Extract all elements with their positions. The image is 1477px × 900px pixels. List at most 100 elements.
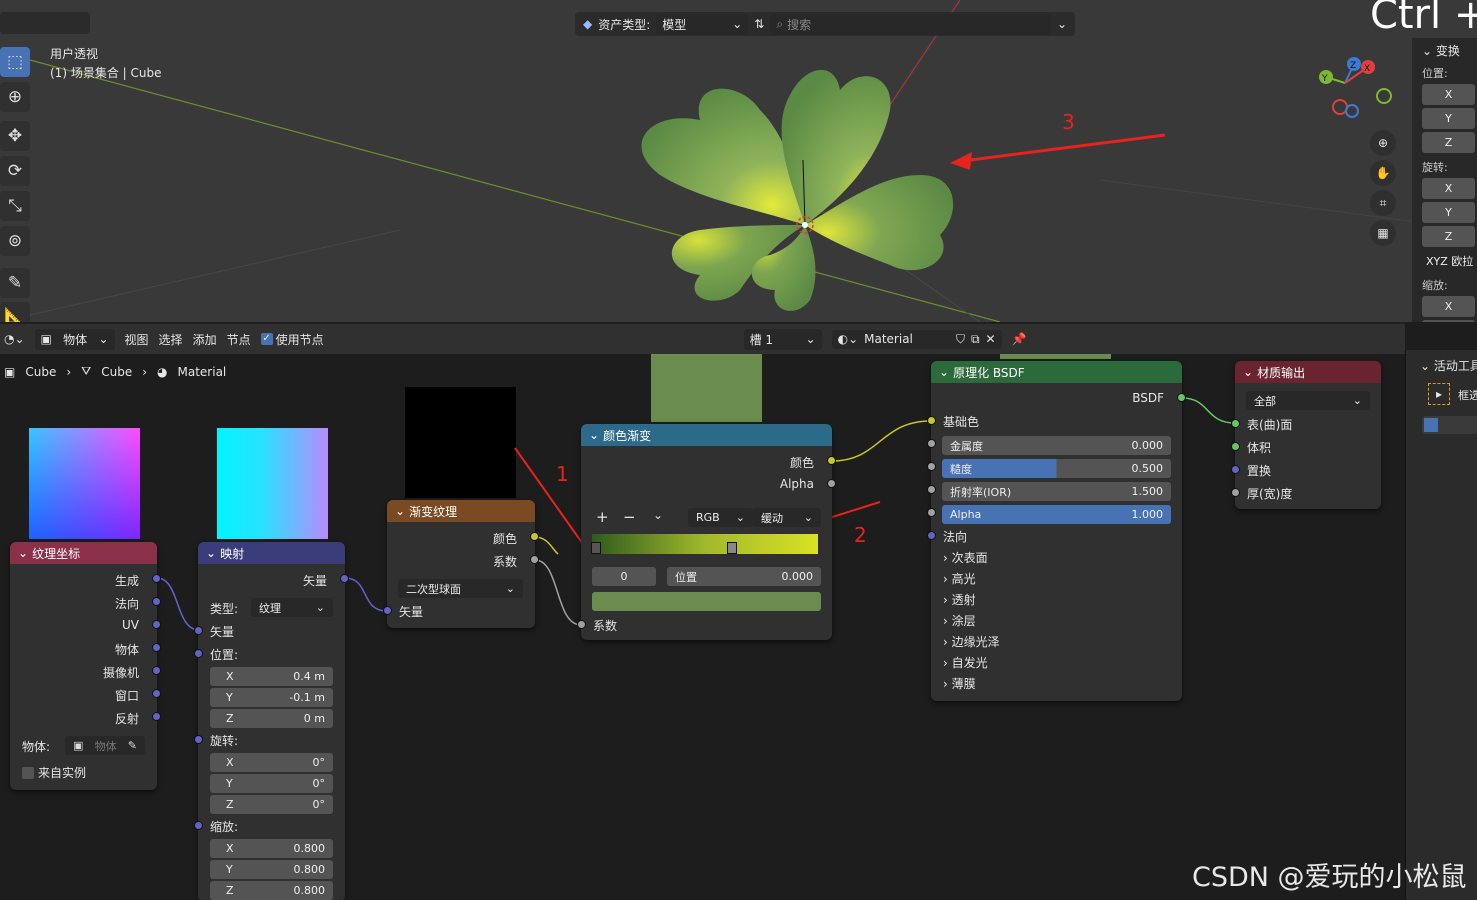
gradient-texture-node[interactable]: ⌄ 渐变纹理 颜色 系数 二次型球面 ⌄ 矢量 <box>383 500 539 628</box>
stop-index-field[interactable]: 0 <box>592 567 656 586</box>
socket-camera[interactable] <box>152 666 161 675</box>
scale-y[interactable]: Y 0.800 <box>210 860 333 879</box>
material-selector[interactable]: ◐⌄ Material ⛉ ⧉ ✕ <box>831 329 1002 349</box>
socket-ior[interactable] <box>927 485 936 494</box>
panel-transmission[interactable]: › 透射 <box>943 591 976 608</box>
gradient-type-dropdown[interactable]: 二次型球面 ⌄ <box>398 579 523 598</box>
slot-dropdown[interactable]: 槽 1 ⌄ <box>743 328 822 350</box>
add-stop-icon[interactable]: + <box>596 508 609 526</box>
breadcrumb-material[interactable]: Material <box>178 365 227 379</box>
material-output-node[interactable]: ⌄ 材质输出 全部 ⌄ 表(曲)面 体积 置换 厚(宽)度 <box>1231 361 1381 509</box>
remove-stop-icon[interactable]: − <box>623 508 636 526</box>
use-nodes-checkbox[interactable]: ✓ 使用节点 <box>260 331 324 348</box>
grid-view-icon[interactable]: ▦ <box>1370 220 1396 246</box>
scale-x[interactable]: X 0.800 <box>210 839 333 858</box>
menu-select[interactable]: 选择 <box>159 331 183 348</box>
mapping-node[interactable]: ⌄ 映射 矢量 类型: 纹理 ⌄ 矢量 位置: X 0.4 m Y -0.1 m Z0 … <box>194 542 349 900</box>
stop-handle-0[interactable] <box>591 542 601 554</box>
scale-y-field[interactable]: Y <box>1422 320 1475 322</box>
location-y-field[interactable]: Y <box>1422 108 1475 129</box>
interpolation-dropdown[interactable]: 缓动 ⌄ <box>753 508 821 527</box>
node-editor[interactable]: ▣ Cube › ⛛ Cube › ◕ Material 1 2 ⌄ 纹理坐标 生成 法… <box>0 354 1405 900</box>
socket-window[interactable] <box>152 689 161 698</box>
color-ramp-header[interactable]: ⌄ 颜色渐变 <box>581 424 832 446</box>
select-mode-bar[interactable] <box>0 12 90 34</box>
socket-fac[interactable] <box>530 555 539 564</box>
roughness-field[interactable]: 糙度 0.500 <box>942 459 1171 478</box>
location-x-field[interactable]: X <box>1422 84 1475 105</box>
transform-section[interactable]: ⌄ 变换 <box>1422 42 1475 59</box>
socket-generated[interactable] <box>152 574 161 583</box>
socket-color[interactable] <box>827 456 836 465</box>
pan-hand-icon[interactable]: ✋ <box>1370 160 1396 186</box>
socket-roughness[interactable] <box>927 462 936 471</box>
socket-surface[interactable] <box>1231 419 1240 428</box>
socket-reflection[interactable] <box>152 712 161 721</box>
panel-subsurface[interactable]: › 次表面 <box>943 549 988 566</box>
socket-thickness[interactable] <box>1231 488 1240 497</box>
gradient-header[interactable]: ⌄ 渐变纹理 <box>387 500 535 522</box>
panel-coat[interactable]: › 涂层 <box>943 612 976 629</box>
move-tool[interactable]: ✥ <box>0 121 30 151</box>
object-mode-dropdown[interactable]: ▣ 物体 ⌄ <box>34 328 115 350</box>
asset-type-dropdown[interactable]: 模型 ⌄ <box>656 13 749 35</box>
duplicate-icon[interactable]: ⧉ <box>971 332 980 347</box>
socket-object[interactable] <box>152 643 161 652</box>
scale-tool[interactable]: ⤡ <box>0 191 30 221</box>
location-x[interactable]: X 0.4 m <box>210 667 333 686</box>
socket-out-vector[interactable] <box>340 574 349 583</box>
shield-icon[interactable]: ⛉ <box>956 332 965 347</box>
socket-alpha[interactable] <box>827 479 836 488</box>
texcoord-node[interactable]: ⌄ 纹理坐标 生成 法向 UV 物体 摄像机 窗口 反射 物体: ▣ 物体 ✎ 来自实… <box>10 542 161 790</box>
socket-location[interactable] <box>194 649 203 658</box>
location-y[interactable]: Y -0.1 m <box>210 688 333 707</box>
mapping-header[interactable]: ⌄ 映射 <box>198 542 345 564</box>
output-header[interactable]: ⌄ 材质输出 <box>1235 361 1381 383</box>
rotation-x[interactable]: X 0° <box>210 753 333 772</box>
rotation-z[interactable]: Z 0° <box>210 795 333 814</box>
socket-in-vector[interactable] <box>194 626 203 635</box>
3d-viewport[interactable]: 3 ⬚ ⊕ ✥ ⟳ ⤡ ⊚ ✎ 📐 用户透视 (1) 场景集合 | Cube ◆… <box>0 0 1477 322</box>
cursor-tool[interactable]: ⊕ <box>0 82 30 112</box>
socket-uv[interactable] <box>152 620 161 629</box>
search-input[interactable]: ⌕ 搜索 <box>770 13 1051 35</box>
select-box-icon[interactable]: ▸ <box>1428 383 1450 405</box>
object-picker[interactable]: ▣ 物体 ✎ <box>65 736 145 755</box>
socket-rotation[interactable] <box>194 735 203 744</box>
socket-displacement[interactable] <box>1231 465 1240 474</box>
close-icon[interactable]: ✕ <box>986 332 996 346</box>
from-instancer-checkbox[interactable]: 来自实例 <box>22 764 86 781</box>
gradient-bar[interactable] <box>592 534 818 554</box>
chevron-down-icon[interactable]: ⌄ <box>653 508 663 522</box>
panel-sheen[interactable]: › 边缘光泽 <box>943 633 1000 650</box>
rotation-z-field[interactable]: Z <box>1422 226 1475 247</box>
scale-z[interactable]: Z 0.800 <box>210 881 333 900</box>
active-tool-section[interactable]: ⌄ 活动工具 <box>1420 357 1477 374</box>
breadcrumb-mesh[interactable]: Cube <box>101 365 132 379</box>
stop-handle-1[interactable] <box>727 542 737 554</box>
mode-set-icon[interactable] <box>1424 418 1438 432</box>
panel-emission[interactable]: › 自发光 <box>943 654 988 671</box>
socket-color[interactable] <box>530 532 539 541</box>
principled-bsdf-node[interactable]: ⌄ 原理化 BSDF BSDF 基础色 金属度 0.000 糙度 0.500 折射率(… <box>927 361 1186 701</box>
socket-normal[interactable] <box>927 531 936 540</box>
annotate-tool[interactable]: ✎ <box>0 268 30 298</box>
menu-node[interactable]: 节点 <box>227 331 251 348</box>
rotate-tool[interactable]: ⟳ <box>0 156 30 186</box>
stop-position-field[interactable]: 位置 0.000 <box>667 567 821 586</box>
selection-mode-buttons[interactable] <box>1422 416 1477 434</box>
menu-add[interactable]: 添加 <box>193 331 217 348</box>
stop-color-swatch[interactable] <box>592 592 821 611</box>
socket-scale[interactable] <box>194 821 203 830</box>
location-z-field[interactable]: Z <box>1422 132 1475 153</box>
color-mode-dropdown[interactable]: RGB ⌄ <box>688 508 753 527</box>
navigation-gizmo[interactable]: Y Z X <box>1310 55 1400 120</box>
texcoord-header[interactable]: ⌄ 纹理坐标 <box>10 542 157 564</box>
measure-tool[interactable]: 📐 <box>0 302 30 322</box>
filter-icon[interactable]: ⇅ <box>754 17 764 31</box>
target-dropdown[interactable]: 全部 ⌄ <box>1246 391 1370 410</box>
metallic-field[interactable]: 金属度 0.000 <box>942 436 1171 455</box>
pin-icon[interactable]: 📌 <box>1012 332 1027 346</box>
socket-normal[interactable] <box>152 597 161 606</box>
bsdf-header[interactable]: ⌄ 原理化 BSDF <box>931 361 1182 383</box>
